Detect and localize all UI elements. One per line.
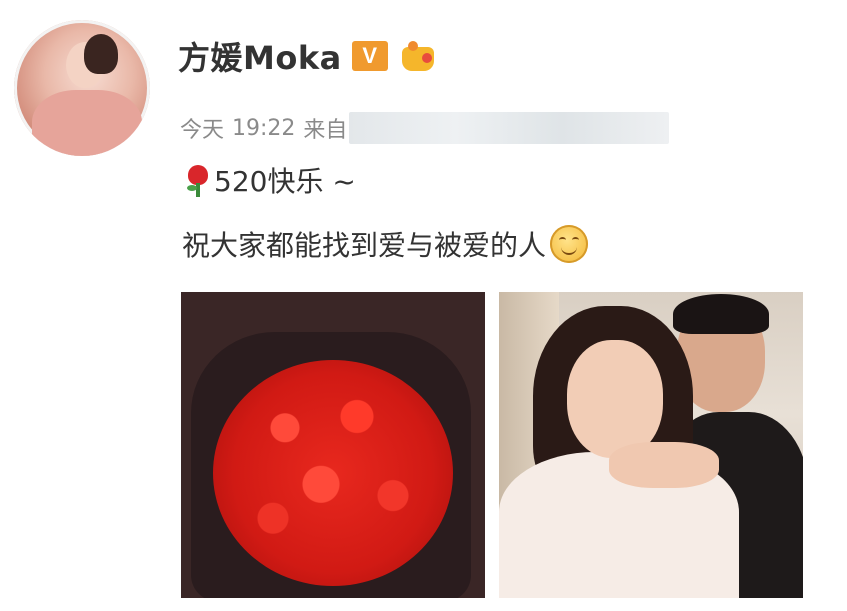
- crown-gem: [421, 53, 432, 63]
- post-source-blurred[interactable]: [349, 112, 670, 144]
- rose-leaf: [187, 185, 197, 191]
- post-text-line1: 520快乐 ~: [182, 160, 356, 200]
- post-day[interactable]: 今天: [180, 112, 224, 144]
- crown-dot: [407, 41, 418, 51]
- avatar-hair: [84, 34, 118, 74]
- bouquet-wrap: [191, 332, 471, 598]
- smiley-eye-left: [559, 237, 567, 243]
- hands: [609, 442, 719, 488]
- man-hair: [673, 294, 769, 334]
- rose-stem: [196, 183, 200, 197]
- post-time[interactable]: 19:22: [232, 116, 295, 141]
- rose-petal: [188, 165, 208, 185]
- smiley-eye-right: [572, 237, 580, 243]
- smiley-mouth: [561, 245, 578, 255]
- rose-emoji-icon: [182, 163, 212, 197]
- rose-bouquet: [213, 360, 453, 586]
- avatar[interactable]: [14, 20, 150, 156]
- verified-v-icon[interactable]: V: [351, 41, 388, 71]
- post-meta: 今天 19:22 来自: [180, 108, 670, 148]
- post-text-line2: 祝大家都能找到爱与被爱的人: [182, 222, 589, 266]
- avatar-dress: [32, 90, 142, 156]
- woman-face: [567, 340, 663, 458]
- post-text-line2-content: 祝大家都能找到爱与被爱的人: [182, 229, 547, 262]
- post-header: 方媛Moka V: [178, 34, 438, 78]
- member-crown-icon[interactable]: [398, 39, 438, 73]
- post-text-line1-content: 520快乐 ~: [214, 165, 356, 198]
- hug-smiley-emoji-icon: [550, 225, 589, 263]
- post-source-label: 来自: [303, 118, 348, 143]
- username[interactable]: 方媛Moka: [178, 33, 342, 79]
- post-image-couple[interactable]: [499, 292, 803, 598]
- post-image-roses[interactable]: [181, 292, 485, 598]
